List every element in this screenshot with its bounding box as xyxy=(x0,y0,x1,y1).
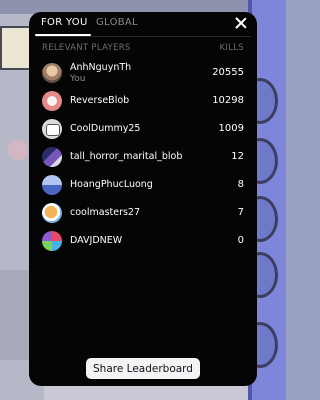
player-name: coolmasters27 xyxy=(70,207,141,218)
leaderboard-row[interactable]: CoolDummy25 1009 xyxy=(29,118,257,140)
player-subtitle: You xyxy=(70,74,86,84)
player-kills: 0 xyxy=(237,235,244,246)
player-kills: 10298 xyxy=(212,95,244,106)
leaderboard-row[interactable]: AnhNguynTh You 20555 xyxy=(29,62,257,84)
players-column-header: RELEVANT PLAYERS xyxy=(42,43,131,53)
leaderboard-row[interactable]: HoangPhucLuong 8 xyxy=(29,174,257,196)
player-avatar xyxy=(42,203,62,223)
tab-divider xyxy=(35,36,251,37)
active-tab-indicator xyxy=(35,34,91,36)
close-icon[interactable] xyxy=(233,15,249,31)
player-avatar xyxy=(42,231,62,251)
leaderboard-row[interactable]: DAVJDNEW 0 xyxy=(29,230,257,252)
tab-global[interactable]: GLOBAL xyxy=(96,17,138,28)
player-name: DAVJDNEW xyxy=(70,235,123,246)
leaderboard-row[interactable]: ReverseBlob 10298 xyxy=(29,90,257,112)
player-name: tall_horror_marital_blob xyxy=(70,151,183,162)
player-kills: 1009 xyxy=(218,123,244,134)
player-kills: 12 xyxy=(231,151,244,162)
player-avatar xyxy=(42,119,62,139)
player-avatar xyxy=(42,175,62,195)
tab-for-you[interactable]: FOR YOU xyxy=(41,17,88,28)
game-block xyxy=(0,270,30,360)
player-kills: 8 xyxy=(237,179,244,190)
leaderboard-row[interactable]: coolmasters27 7 xyxy=(29,202,257,224)
player-name: ReverseBlob xyxy=(70,95,130,106)
kills-column-header: KILLS xyxy=(219,43,244,53)
player-avatar xyxy=(42,63,62,83)
share-leaderboard-button[interactable]: Share Leaderboard xyxy=(86,358,200,379)
player-name: AnhNguynTh xyxy=(70,62,132,73)
player-kills: 20555 xyxy=(212,67,244,78)
player-kills: 7 xyxy=(237,207,244,218)
leaderboard-modal: FOR YOU GLOBAL RELEVANT PLAYERS KILLS An… xyxy=(29,12,257,386)
player-avatar xyxy=(42,91,62,111)
player-avatar xyxy=(42,147,62,167)
player-name: HoangPhucLuong xyxy=(70,179,153,190)
leaderboard-tabs: FOR YOU GLOBAL xyxy=(29,12,257,38)
player-name: CoolDummy25 xyxy=(70,123,141,134)
leaderboard-row[interactable]: tall_horror_marital_blob 12 xyxy=(29,146,257,168)
game-object xyxy=(8,140,28,160)
